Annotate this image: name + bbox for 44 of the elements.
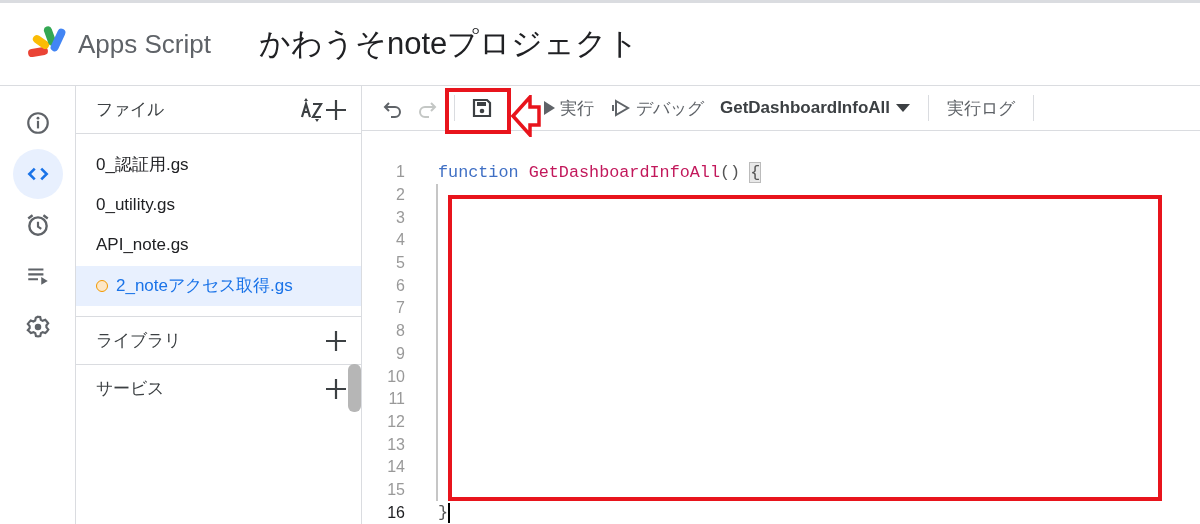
line-number: 10 [386,367,405,386]
run-button[interactable]: 実行 [542,96,602,120]
file-item[interactable]: 0_認証用.gs [76,144,361,185]
sort-az-icon[interactable] [299,96,325,123]
section-heading: サービス [96,378,165,400]
project-title[interactable]: かわうそnoteプロジェクト [258,23,640,65]
file-item[interactable]: 2_noteアクセス取得.gs [76,265,361,306]
code-line: function GetDashboardInfoAll() { [438,162,761,182]
caret-icon [896,104,910,112]
add-icon[interactable] [325,329,347,352]
scrollbar-thumb[interactable] [348,364,361,412]
section-heading: ライブラリ [96,330,182,352]
annotation-rectangle [445,88,511,134]
debug-button[interactable]: デバッグ [602,96,712,120]
line-number: 7 [395,299,405,318]
line-number: 8 [395,322,405,341]
file-item[interactable]: 0_utility.gs [76,184,361,225]
add-icon[interactable] [325,98,347,121]
execution-log-button[interactable]: 実行ログ [939,96,1023,120]
info-icon [24,110,51,136]
settings-icon [24,314,51,340]
text-cursor [448,502,451,523]
files-heading: ファイル [96,99,165,121]
add-icon[interactable] [325,377,347,400]
line-number: 14 [386,458,405,477]
selected-nav-button[interactable] [12,149,63,199]
function-dropdown[interactable]: GetDashboardInfoAll [712,98,918,118]
file-item[interactable]: API_note.gs [76,225,361,266]
line-number: 9 [395,344,405,363]
app-name: Apps Script [78,28,211,60]
line-number: 11 [387,390,405,409]
line-number: 16 [386,503,405,522]
line-number: 2 [395,186,405,205]
code-line: } [438,503,449,523]
debug-play-icon [610,97,632,119]
line-number: 4 [395,231,405,250]
line-number: 15 [386,480,405,499]
line-number: 3 [395,208,405,227]
line-number: 6 [395,276,405,295]
line-number: 1 [395,163,405,182]
line-number: 13 [386,435,405,454]
line-number: 5 [395,254,405,273]
line-number: 12 [386,412,405,431]
save-icon[interactable] [471,97,493,119]
